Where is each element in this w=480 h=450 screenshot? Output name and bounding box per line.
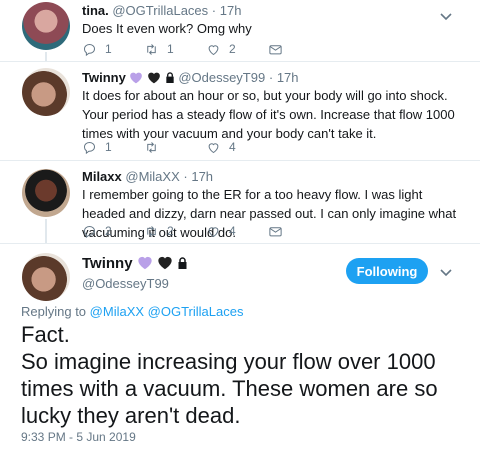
reply-button[interactable]: 1 (82, 42, 144, 57)
avatar[interactable] (22, 68, 70, 116)
lock-icon (165, 71, 175, 87)
like-count: 4 (229, 224, 236, 238)
thread-line (45, 219, 47, 243)
tweet-3[interactable]: Milaxx @MilaXX · 17h I remember going to… (0, 161, 480, 243)
display-name[interactable]: Twinny (82, 70, 126, 85)
tweet-text: It does for about an hour or so, but you… (82, 88, 455, 141)
handle[interactable]: @OdesseyT99 (82, 276, 169, 292)
display-name[interactable]: Milaxx (82, 169, 122, 184)
reply-count: 2 (105, 224, 112, 238)
like-button[interactable]: 2 (206, 42, 268, 57)
tweet-header: Milaxx @MilaXX · 17h (82, 169, 213, 185)
reply-count: 1 (105, 140, 112, 154)
retweet-count: 2 (167, 224, 174, 238)
dm-button[interactable] (268, 42, 283, 57)
purple-heart-emoji (137, 255, 153, 275)
avatar[interactable] (22, 253, 70, 301)
avatar[interactable] (22, 169, 70, 217)
separator: · (211, 3, 217, 18)
like-button[interactable]: 4 (206, 224, 268, 239)
reply-count: 1 (105, 42, 112, 56)
replying-prefix: Replying to (21, 304, 87, 319)
replying-handles[interactable]: @MilaXX @OGTrillaLaces (90, 304, 244, 319)
display-name[interactable]: Twinny (82, 255, 133, 272)
retweet-icon (147, 225, 156, 237)
tweet-actions: 2 2 4 (82, 223, 283, 239)
reply-icon (83, 225, 96, 238)
tweet-actions: 1 4 (82, 139, 268, 155)
like-count: 4 (229, 140, 236, 154)
reply-button[interactable]: 2 (82, 224, 144, 239)
tweet-header: tina. @OGTrillaLaces · 17h (82, 3, 241, 19)
separator: · (183, 169, 188, 184)
display-name[interactable]: tina. (82, 3, 109, 18)
tweet-1[interactable]: tina. @OGTrillaLaces · 17h Does It even … (0, 0, 480, 62)
dm-icon (269, 44, 282, 54)
retweet-icon (147, 141, 156, 153)
tweet-actions: 1 1 2 (82, 41, 283, 57)
like-icon (208, 142, 219, 153)
retweet-button[interactable] (144, 140, 206, 155)
retweet-button[interactable]: 1 (144, 42, 206, 57)
tweet-timestamp[interactable]: 9:33 PM - 5 Jun 2019 (21, 430, 136, 444)
dm-icon (269, 226, 282, 236)
like-icon (208, 44, 219, 55)
like-count: 2 (229, 42, 236, 56)
dm-button[interactable] (268, 224, 283, 239)
following-button[interactable]: Following (346, 258, 428, 284)
like-button[interactable]: 4 (206, 140, 268, 155)
chevron-down-icon[interactable] (440, 264, 452, 282)
avatar[interactable] (22, 2, 70, 50)
retweet-icon (147, 43, 156, 55)
reply-button[interactable]: 1 (82, 140, 144, 155)
retweet-button[interactable]: 2 (144, 224, 206, 239)
lock-icon (177, 256, 188, 274)
black-heart-emoji (157, 255, 173, 275)
handle[interactable]: @OdesseyT99 (178, 70, 265, 85)
tweet-2[interactable]: Twinny @OdesseyT99 · 17h It does for abo… (0, 62, 480, 161)
chevron-down-icon[interactable] (440, 8, 452, 26)
timestamp[interactable]: 17h (191, 169, 213, 184)
reply-icon (83, 43, 96, 56)
tweet-text: Does It even work? Omg why (82, 21, 252, 36)
like-icon (208, 226, 219, 237)
timestamp[interactable]: 17h (220, 3, 242, 18)
replying-to: Replying to @MilaXX @OGTrillaLaces (21, 304, 243, 319)
handle[interactable]: @MilaXX (125, 169, 179, 184)
main-tweet-text: Fact. So imagine increasing your flow ov… (21, 322, 438, 428)
retweet-count: 1 (167, 42, 174, 56)
reply-icon (83, 141, 96, 154)
separator: · (268, 70, 274, 85)
main-name-row: Twinny (82, 255, 188, 275)
handle[interactable]: @OGTrillaLaces (112, 3, 208, 18)
timestamp[interactable]: 17h (277, 70, 299, 85)
